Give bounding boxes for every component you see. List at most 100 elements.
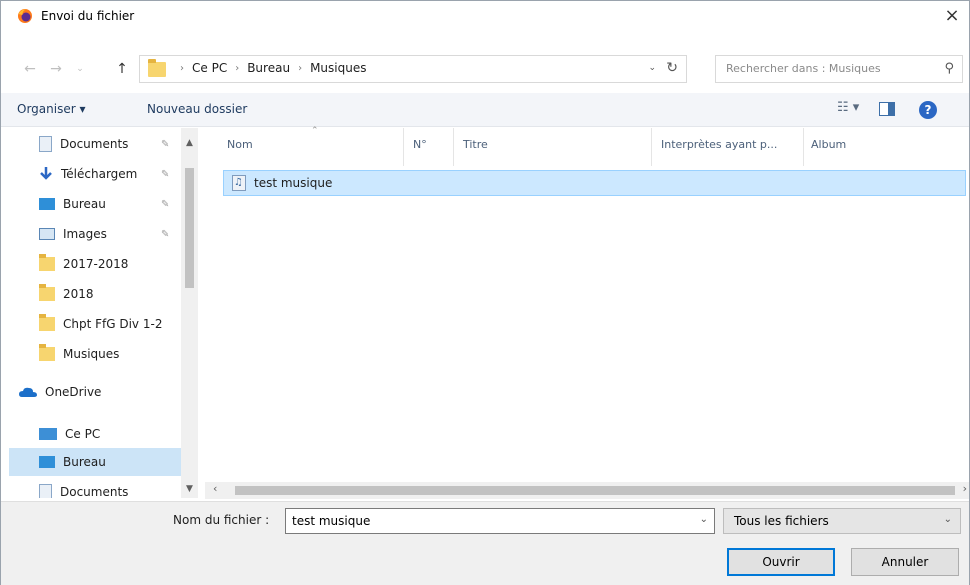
cancel-button[interactable]: Annuler bbox=[851, 548, 959, 576]
dialog-footer: Nom du fichier : test musique ⌄ Tous les… bbox=[1, 501, 969, 585]
sidebar-item-label: Bureau bbox=[63, 197, 106, 211]
sidebar-item-label: Téléchargem bbox=[61, 167, 138, 181]
open-button[interactable]: Ouvrir bbox=[727, 548, 835, 576]
sidebar-item-label: OneDrive bbox=[45, 385, 102, 399]
breadcrumb-item-musiques[interactable]: Musiques bbox=[310, 61, 366, 75]
help-icon[interactable]: ? bbox=[919, 101, 937, 119]
column-header-name[interactable]: Nom bbox=[227, 138, 253, 151]
pin-icon[interactable]: ✎ bbox=[161, 169, 169, 180]
address-bar[interactable]: › Ce PC › Bureau › Musiques ⌄ ↻ bbox=[139, 55, 687, 83]
breadcrumb-item-ce-pc[interactable]: Ce PC bbox=[192, 61, 227, 75]
download-icon bbox=[40, 167, 52, 180]
breadcrumb-item-bureau[interactable]: Bureau bbox=[247, 61, 290, 75]
close-button[interactable]: × bbox=[935, 1, 969, 33]
file-open-dialog: Envoi du fichier × ← → ⌄ ↑ › Ce PC › Bur… bbox=[0, 0, 970, 585]
document-icon bbox=[39, 484, 52, 498]
sidebar-item-label: Ce PC bbox=[65, 427, 101, 441]
folder-icon bbox=[39, 344, 55, 361]
breadcrumb-separator-icon: › bbox=[235, 62, 240, 74]
pin-icon[interactable]: ✎ bbox=[161, 199, 169, 210]
sidebar-item-2017-2018[interactable]: 2017-2018 bbox=[9, 250, 181, 278]
desktop-icon bbox=[39, 198, 55, 210]
search-icon[interactable]: ⚲ bbox=[944, 61, 954, 76]
sidebar-item-label: Documents bbox=[60, 137, 129, 151]
sidebar-item-ce-pc[interactable]: Ce PC bbox=[9, 420, 181, 448]
breadcrumb-separator-icon: › bbox=[298, 62, 303, 74]
refresh-icon[interactable]: ↻ bbox=[666, 60, 678, 76]
file-row[interactable]: test musique bbox=[223, 170, 966, 196]
recent-locations-chevron-icon[interactable]: ⌄ bbox=[71, 59, 89, 79]
sidebar-item-2018[interactable]: 2018 bbox=[9, 280, 181, 308]
audio-file-icon bbox=[232, 175, 246, 191]
search-placeholder: Rechercher dans : Musiques bbox=[726, 62, 881, 75]
scrollbar-thumb[interactable] bbox=[235, 486, 955, 495]
organiser-menu-button[interactable]: Organiser ▾ bbox=[17, 102, 85, 116]
sidebar-item-label: Chpt FfG Div 1-2 bbox=[63, 317, 163, 331]
new-folder-button[interactable]: Nouveau dossier bbox=[147, 102, 247, 116]
title-bar: Envoi du fichier × bbox=[1, 1, 969, 33]
up-arrow-icon[interactable]: ↑ bbox=[113, 59, 131, 79]
forward-arrow-icon[interactable]: → bbox=[47, 59, 65, 79]
sidebar-item-onedrive[interactable]: OneDrive bbox=[9, 378, 181, 406]
column-divider[interactable] bbox=[651, 128, 652, 166]
sidebar-item-label: Images bbox=[63, 227, 107, 241]
sidebar-item-bureau[interactable]: Bureau bbox=[9, 190, 181, 218]
sidebar-item-label: Documents bbox=[60, 485, 129, 498]
pin-icon[interactable]: ✎ bbox=[161, 139, 169, 150]
file-name: test musique bbox=[254, 176, 333, 190]
pc-icon bbox=[39, 428, 57, 440]
sidebar-item-bureau-selected[interactable]: Bureau bbox=[9, 448, 181, 476]
folder-icon bbox=[39, 314, 55, 331]
command-toolbar: Organiser ▾ Nouveau dossier ☷ ▾ ? bbox=[1, 93, 969, 127]
filename-label: Nom du fichier : bbox=[173, 513, 270, 527]
sidebar-item-label: Bureau bbox=[63, 455, 106, 469]
scroll-right-icon[interactable]: › bbox=[963, 482, 967, 495]
breadcrumb: › Ce PC › Bureau › Musiques bbox=[172, 61, 366, 75]
scroll-down-icon[interactable]: ▼ bbox=[181, 484, 198, 494]
navigation-pane: Documents ✎ Téléchargem ✎ Bureau ✎ Image… bbox=[1, 128, 201, 498]
sidebar-item-musiques[interactable]: Musiques bbox=[9, 340, 181, 368]
folder-icon bbox=[148, 59, 166, 77]
sidebar-item-images[interactable]: Images bbox=[9, 220, 181, 248]
preview-pane-icon[interactable] bbox=[879, 102, 895, 116]
onedrive-icon bbox=[19, 387, 37, 397]
back-arrow-icon[interactable]: ← bbox=[21, 59, 39, 79]
sidebar-item-chpt-ffg[interactable]: Chpt FfG Div 1-2 bbox=[9, 310, 181, 338]
window-title: Envoi du fichier bbox=[41, 9, 135, 23]
chevron-down-icon[interactable]: ⌄ bbox=[700, 514, 708, 525]
scrollbar-thumb[interactable] bbox=[185, 168, 194, 288]
chevron-down-icon[interactable]: ⌄ bbox=[944, 514, 952, 525]
scroll-left-icon[interactable]: ‹ bbox=[213, 482, 217, 495]
sort-ascending-icon: ⌃ bbox=[311, 126, 319, 136]
filename-value: test musique bbox=[292, 514, 371, 528]
file-list-horizontal-scrollbar[interactable]: ‹ › bbox=[205, 482, 969, 499]
filename-input[interactable]: test musique ⌄ bbox=[285, 508, 715, 534]
column-header-title[interactable]: Titre bbox=[463, 138, 488, 151]
document-icon bbox=[39, 136, 52, 152]
file-list: Nom ⌃ N° Titre Interprètes ayant p... Al… bbox=[205, 126, 969, 480]
column-header-album[interactable]: Album bbox=[811, 138, 846, 151]
column-header-number[interactable]: N° bbox=[413, 138, 427, 151]
sidebar-item-documents-pc[interactable]: Documents bbox=[9, 478, 181, 498]
folder-icon bbox=[39, 254, 55, 271]
view-options-icon[interactable]: ☷ ▾ bbox=[837, 100, 859, 115]
pictures-icon bbox=[39, 228, 55, 240]
sidebar-item-label: 2017-2018 bbox=[63, 257, 129, 271]
scroll-up-icon[interactable]: ▲ bbox=[181, 138, 198, 148]
column-divider[interactable] bbox=[803, 128, 804, 166]
filetype-select[interactable]: Tous les fichiers ⌄ bbox=[723, 508, 961, 534]
sidebar-item-label: 2018 bbox=[63, 287, 94, 301]
sidebar-item-downloads[interactable]: Téléchargem bbox=[9, 160, 181, 188]
column-divider[interactable] bbox=[403, 128, 404, 166]
search-input[interactable]: Rechercher dans : Musiques ⚲ bbox=[715, 55, 963, 83]
sidebar-item-documents[interactable]: Documents bbox=[9, 130, 181, 158]
filetype-value: Tous les fichiers bbox=[734, 514, 829, 528]
pin-icon[interactable]: ✎ bbox=[161, 229, 169, 240]
navigation-pane-scrollbar[interactable]: ▲ ▼ bbox=[181, 128, 198, 498]
column-divider[interactable] bbox=[453, 128, 454, 166]
desktop-icon bbox=[39, 456, 55, 468]
sidebar-item-label: Musiques bbox=[63, 347, 120, 361]
folder-icon bbox=[39, 284, 55, 301]
address-dropdown-icon[interactable]: ⌄ bbox=[648, 63, 656, 73]
column-header-performers[interactable]: Interprètes ayant p... bbox=[661, 138, 777, 151]
